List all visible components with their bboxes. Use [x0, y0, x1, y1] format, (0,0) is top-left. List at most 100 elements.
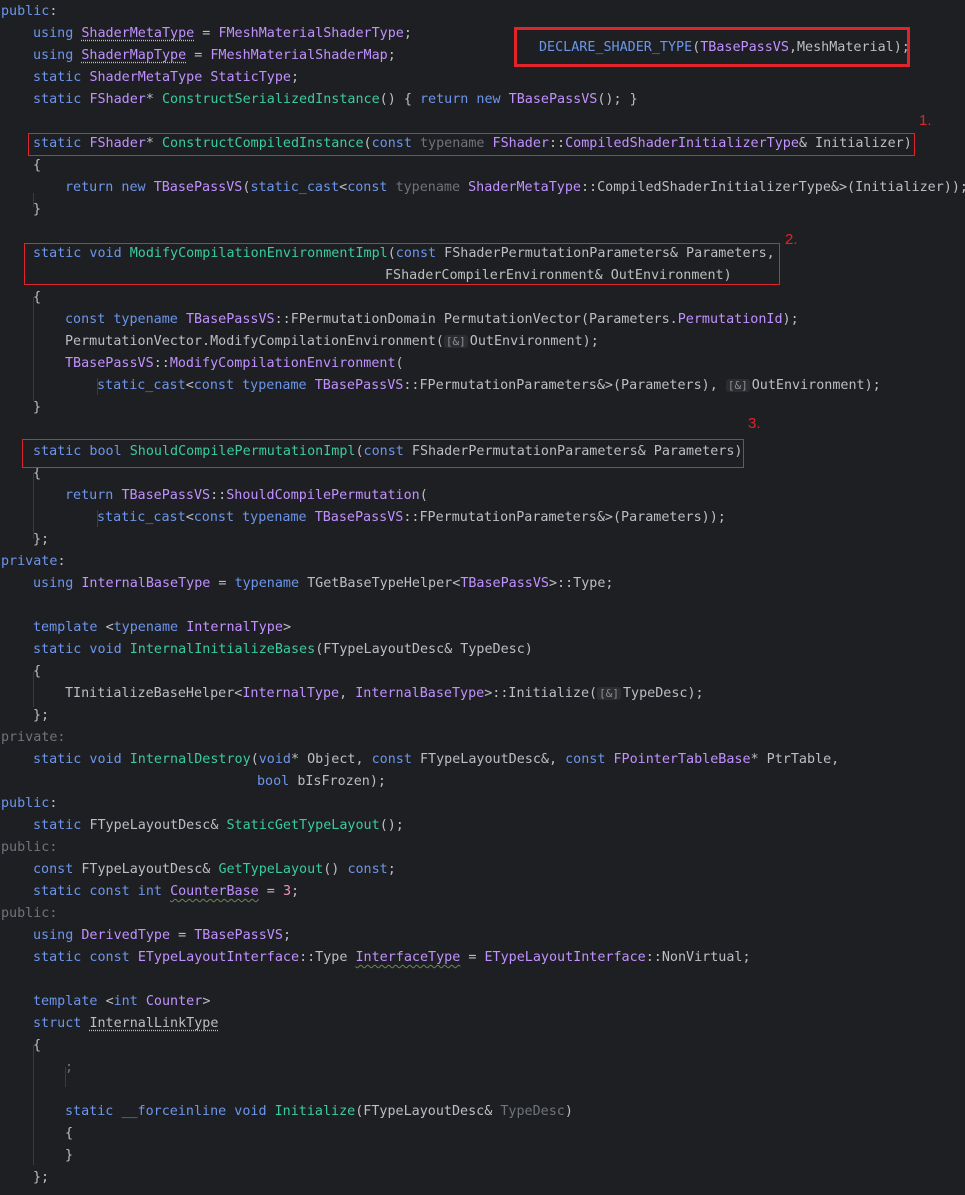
- code-line[interactable]: template <int Counter>: [33, 991, 210, 1013]
- code-token: static_cast: [250, 180, 340, 195]
- code-token: ModifyCompilationEnvironment: [169, 356, 396, 371]
- code-token: void: [258, 752, 291, 767]
- parameter-hint: [&]: [725, 379, 750, 392]
- code-line[interactable]: }: [33, 199, 41, 221]
- code-token: ;: [291, 70, 300, 85]
- code-token: ConstructSerializedInstance: [162, 92, 380, 107]
- code-line[interactable]: }: [65, 1145, 73, 1167]
- annotation-label-3: 3.: [748, 415, 761, 432]
- code-line[interactable]: static_cast<const typename TBasePassVS::…: [97, 375, 881, 397]
- code-token: TBasePassVS: [121, 488, 211, 503]
- code-token: bIsFrozen);: [297, 774, 386, 789]
- code-token: ;: [65, 1060, 74, 1075]
- code-line[interactable]: return new TBasePassVS(static_cast<const…: [65, 177, 965, 199]
- code-line[interactable]: using DerivedType = TBasePassVS;: [33, 925, 291, 947]
- code-token: (FTypeLayoutDesc& TypeDesc): [315, 642, 533, 657]
- code-token: const: [347, 862, 388, 877]
- code-line[interactable]: };: [33, 705, 49, 727]
- code-token: ETypeLayoutInterface: [137, 950, 300, 965]
- code-editor[interactable]: public: using ShaderMetaType = FMeshMater…: [0, 0, 965, 1195]
- code-token: ::Type: [299, 950, 356, 965]
- code-token: template: [33, 620, 106, 635]
- code-token: TBasePassVS: [185, 312, 275, 327]
- code-token: FMeshMaterialShaderMap: [210, 48, 388, 63]
- code-token: ();: [379, 818, 404, 833]
- code-line[interactable]: static __forceinline void Initialize(FTy…: [65, 1101, 573, 1123]
- code-token: static __forceinline void: [65, 1104, 275, 1119]
- code-token: InternalBaseType: [81, 576, 211, 591]
- code-line[interactable]: {: [33, 1035, 41, 1057]
- code-token: TBasePassVS: [314, 378, 404, 393]
- code-token: return: [65, 488, 122, 503]
- code-line[interactable]: bool bIsFrozen);: [257, 771, 386, 793]
- code-token: static const: [33, 950, 138, 965]
- code-line[interactable]: };: [33, 1167, 49, 1189]
- code-line[interactable]: public:: [1, 1, 57, 23]
- code-line[interactable]: TInitializeBaseHelper<InternalType, Inte…: [65, 683, 704, 705]
- code-line[interactable]: static FShader* ConstructSerializedInsta…: [33, 89, 638, 111]
- code-line[interactable]: return TBasePassVS::ShouldCompilePermuta…: [65, 485, 428, 507]
- code-token: (: [419, 488, 428, 503]
- code-token: bool: [257, 774, 298, 789]
- code-line[interactable]: struct InternalLinkType: [33, 1013, 218, 1035]
- code-token: >::Type;: [549, 576, 614, 591]
- code-line[interactable]: {: [33, 661, 41, 683]
- code-token: };: [33, 1170, 50, 1185]
- code-line[interactable]: using ShaderMetaType = FMeshMaterialShad…: [33, 23, 412, 45]
- code-line[interactable]: using ShaderMapType = FMeshMaterialShade…: [33, 45, 396, 67]
- code-token: TBasePassVS: [65, 356, 154, 371]
- code-line[interactable]: PermutationVector.ModifyCompilationEnvir…: [65, 331, 599, 353]
- code-token: ,: [339, 686, 356, 701]
- code-token: (); }: [597, 92, 638, 107]
- code-token: (): [323, 862, 348, 877]
- code-line[interactable]: public:: [1, 903, 57, 925]
- code-token: ShouldCompilePermutation: [226, 488, 420, 503]
- code-line[interactable]: {: [33, 287, 41, 309]
- code-line[interactable]: template <typename InternalType>: [33, 617, 291, 639]
- code-line[interactable]: static void InternalDestroy(void* Object…: [33, 749, 839, 771]
- code-line[interactable]: private:: [1, 727, 66, 749]
- code-token: <: [105, 994, 114, 1009]
- code-token: using: [33, 928, 82, 943]
- code-line[interactable]: static FTypeLayoutDesc& StaticGetTypeLay…: [33, 815, 404, 837]
- code-line[interactable]: static ShaderMetaType StaticType;: [33, 67, 299, 89]
- code-line[interactable]: private:: [1, 551, 66, 573]
- code-token: ::: [153, 356, 170, 371]
- code-line[interactable]: const FTypeLayoutDesc& GetTypeLayout() c…: [33, 859, 396, 881]
- code-token: () {: [379, 92, 420, 107]
- code-token: (FTypeLayoutDesc&: [355, 1104, 501, 1119]
- code-token: ;: [387, 862, 396, 877]
- code-token: {: [33, 290, 42, 305]
- code-line[interactable]: public:: [1, 837, 57, 859]
- code-token: InternalType: [242, 686, 340, 701]
- code-line[interactable]: public:: [1, 793, 57, 815]
- code-line[interactable]: static const int CounterBase = 3;: [33, 881, 299, 903]
- code-line[interactable]: ;: [65, 1057, 73, 1079]
- code-token: public:: [1, 840, 58, 855]
- code-token: (: [395, 356, 404, 371]
- code-token: CompiledShaderInitializerType: [597, 180, 831, 195]
- code-line[interactable]: static const ETypeLayoutInterface::Type …: [33, 947, 751, 969]
- code-line[interactable]: static_cast<const typename TBasePassVS::…: [97, 507, 726, 529]
- code-line[interactable]: {: [33, 155, 41, 177]
- code-line[interactable]: const typename TBasePassVS::FPermutation…: [65, 309, 799, 331]
- code-token: }: [33, 400, 42, 415]
- code-token: InternalBaseType: [355, 686, 485, 701]
- code-line[interactable]: TBasePassVS::ModifyCompilationEnvironmen…: [65, 353, 404, 375]
- code-token: =: [186, 48, 211, 63]
- code-token: InternalType: [186, 620, 283, 635]
- code-token: :: [49, 4, 58, 19]
- code-token: ::FPermutationDomain PermutationVector(P…: [274, 312, 678, 327]
- code-token: StaticType: [210, 70, 291, 85]
- code-token: InternalDestroy: [129, 752, 251, 767]
- code-line[interactable]: using InternalBaseType = typename TGetBa…: [33, 573, 614, 595]
- annotation-label-1: 1.: [919, 112, 932, 129]
- code-line[interactable]: }: [33, 397, 41, 419]
- code-line[interactable]: {: [65, 1123, 73, 1145]
- code-line[interactable]: static void InternalInitializeBases(FTyp…: [33, 639, 533, 661]
- highlight-box-2: [24, 243, 780, 285]
- code-line[interactable]: };: [33, 529, 49, 551]
- code-token: DerivedType: [81, 928, 171, 943]
- parameter-hint: [&]: [597, 687, 621, 700]
- code-token: 3: [282, 884, 291, 899]
